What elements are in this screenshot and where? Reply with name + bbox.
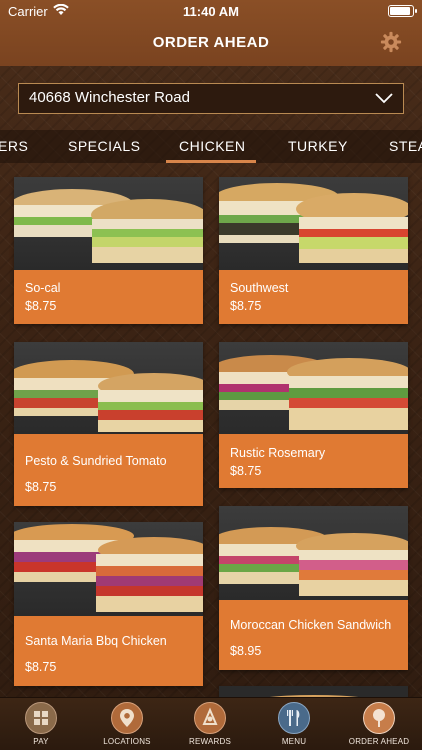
sandwich-photo — [14, 342, 203, 434]
tab-ers[interactable]: ERS — [0, 138, 28, 154]
tabbar-item-locations[interactable]: LOCATIONS — [87, 702, 167, 746]
item-name: Moroccan Chicken Sandwich — [230, 618, 392, 632]
sandwich-photo — [14, 522, 203, 616]
rewards-icon — [194, 702, 226, 734]
sandwich-photo — [14, 177, 203, 270]
item-price: $8.75 — [25, 660, 57, 674]
status-time: 11:40 AM — [183, 4, 239, 19]
sandwich-photo — [219, 342, 408, 434]
location-pin-icon — [111, 702, 143, 734]
status-bar: Carrier 11:40 AM — [0, 0, 422, 22]
menu-item-card[interactable]: Rustic Rosemary $8.75 — [219, 342, 408, 488]
battery-level-fill — [390, 7, 410, 15]
item-price: $8.75 — [230, 464, 262, 478]
app-header: Carrier 11:40 AM ORDER AHEAD — [0, 0, 422, 66]
menu-item-card[interactable]: Pesto & Sundried Tomato $8.75 — [14, 342, 203, 506]
item-name: Rustic Rosemary — [230, 446, 326, 460]
tabbar-label: ORDER AHEAD — [348, 737, 410, 746]
location-value: 40668 Winchester Road — [29, 89, 190, 106]
item-price: $8.75 — [25, 299, 57, 313]
tabbar-item-menu[interactable]: MENU — [254, 702, 334, 746]
tabbar-item-order-ahead[interactable]: ORDER AHEAD — [339, 702, 419, 746]
tab-turkey[interactable]: TURKEY — [288, 138, 348, 154]
tabbar-label: MENU — [281, 737, 307, 746]
tab-specials[interactable]: SPECIALS — [68, 138, 140, 154]
item-name: So-cal — [25, 281, 61, 295]
bottom-tab-bar: PAY LOCATIONS REWARDS MENU ORDER AHEAD — [0, 697, 422, 750]
tabbar-item-rewards[interactable]: REWARDS — [170, 702, 250, 746]
item-price: $8.95 — [230, 644, 262, 658]
gear-icon[interactable] — [380, 31, 402, 53]
active-tab-indicator — [166, 160, 256, 163]
item-name: Pesto & Sundried Tomato — [25, 454, 167, 468]
fork-knife-icon — [278, 702, 310, 734]
tab-stea[interactable]: STEA — [389, 138, 422, 154]
location-select[interactable]: 40668 Winchester Road — [18, 83, 404, 114]
menu-item-card[interactable]: Santa Maria Bbq Chicken $8.75 — [14, 522, 203, 686]
tabbar-label: REWARDS — [189, 737, 231, 746]
page-title: ORDER AHEAD — [152, 34, 270, 51]
item-price: $8.75 — [25, 480, 57, 494]
item-price: $8.75 — [230, 299, 262, 313]
chevron-down-icon — [375, 93, 393, 104]
tabbar-item-pay[interactable]: PAY — [1, 702, 81, 746]
item-name: Santa Maria Bbq Chicken — [25, 634, 167, 648]
order-ahead-icon — [363, 702, 395, 734]
tabbar-label: LOCATIONS — [103, 737, 151, 746]
battery-icon — [388, 5, 417, 17]
sandwich-photo — [219, 506, 408, 600]
sandwich-photo — [219, 177, 408, 270]
tab-chicken[interactable]: CHICKEN — [179, 138, 246, 154]
menu-item-card[interactable]: So-cal $8.75 — [14, 177, 203, 324]
pay-icon — [25, 702, 57, 734]
tabbar-label: PAY — [33, 737, 49, 746]
menu-item-card[interactable]: Southwest $8.75 — [219, 177, 408, 324]
item-name: Southwest — [230, 281, 289, 295]
category-tabs: ERS SPECIALS CHICKEN TURKEY STEA — [0, 130, 422, 163]
menu-item-card[interactable]: Moroccan Chicken Sandwich $8.95 — [219, 506, 408, 670]
